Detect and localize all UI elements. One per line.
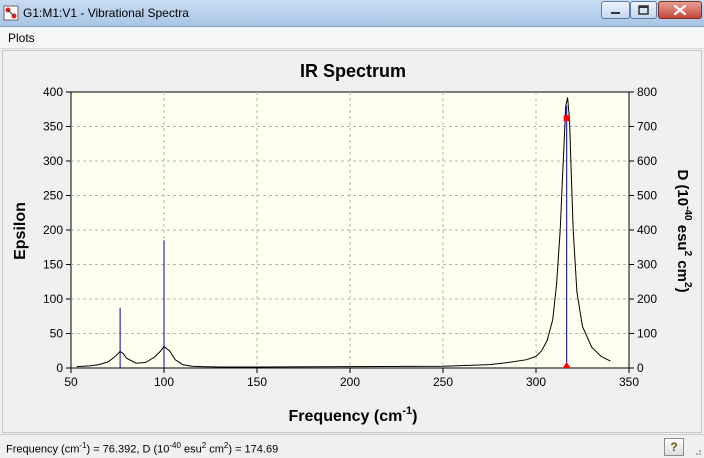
close-icon [673, 4, 687, 16]
x-axis-label: Frequency (cm-1) [289, 405, 418, 425]
menu-bar: Plots [0, 27, 704, 49]
x-tick-label: 300 [526, 375, 546, 389]
x-label-main: Frequency (cm [289, 408, 403, 425]
y2-tick-label: 800 [637, 85, 657, 99]
status-text-part: Frequency (cm [6, 443, 80, 456]
y2-tick-label: 0 [637, 361, 644, 375]
y-tick-label: 50 [50, 327, 64, 341]
y2-label-part: cm [674, 256, 691, 282]
plot-panel: IR Spectrum 50 100 150 200 250 300 350 0 50 100 1… [2, 50, 702, 433]
x-tick-label: 50 [64, 375, 78, 389]
status-text-part: cm [206, 443, 224, 456]
y-axis-right: 0 100 200 300 400 500 600 700 800 [629, 85, 657, 375]
ir-spectrum-chart: IR Spectrum 50 100 150 200 250 300 350 0501001… [12, 61, 693, 425]
x-tick-label: 100 [154, 375, 174, 389]
status-text-part: esu [180, 443, 202, 456]
y2-tick-label: 100 [637, 327, 657, 341]
y-axis-label: Epsilon [12, 202, 29, 260]
window-title: G1:M1:V1 - Vibrational Spectra [23, 6, 189, 20]
status-superscript: -40 [169, 441, 181, 450]
window-titlebar: G1:M1:V1 - Vibrational Spectra [0, 0, 704, 27]
peak-marker-square [563, 115, 570, 122]
y-tick-label: 100 [43, 292, 63, 306]
y-tick-label: 350 [43, 120, 63, 134]
y2-label-part: D (10 [674, 169, 691, 206]
x-tick-label: 150 [247, 375, 267, 389]
resize-grip-icon[interactable] [692, 446, 702, 456]
x-tick-label: 350 [619, 375, 639, 389]
minimize-button[interactable] [601, 1, 630, 19]
x-label-sup: -1 [402, 405, 412, 417]
y2-tick-label: 500 [637, 189, 657, 203]
help-button[interactable]: ? [664, 438, 684, 456]
y2-tick-label: 600 [637, 154, 657, 168]
close-button[interactable] [658, 1, 702, 19]
y-tick-label: 250 [43, 189, 63, 203]
status-text-part: ) = 174.69 [228, 443, 279, 456]
x-label-end: ) [412, 408, 417, 425]
y-tick-label: 400 [43, 85, 63, 99]
y-tick-label: 150 [43, 258, 63, 272]
y2-label-part: ) [674, 288, 691, 293]
y-axis-left: 0 50 100 150 200 250 300 350 400 [43, 85, 71, 375]
y-tick-label: 300 [43, 154, 63, 168]
minimize-icon [611, 12, 620, 14]
maximize-icon [638, 5, 649, 15]
help-icon: ? [670, 440, 678, 454]
y2-tick-label: 300 [637, 258, 657, 272]
x-tick-label: 200 [340, 375, 360, 389]
y2-label-part: esu [674, 221, 691, 251]
y2-tick-label: 700 [637, 120, 657, 134]
x-tick-label: 250 [433, 375, 453, 389]
chart-title: IR Spectrum [300, 61, 406, 81]
y2-label-part: -40 [682, 206, 693, 221]
menu-plots[interactable]: Plots [8, 31, 35, 45]
y2-tick-label: 200 [637, 292, 657, 306]
y-tick-label: 0 [56, 361, 63, 375]
status-bar: Frequency (cm-1) = 76.392, D (10-40 esu2… [0, 434, 704, 458]
y-tick-label: 200 [43, 223, 63, 237]
app-icon [3, 5, 19, 21]
y2-axis-label: D (10-40 esu2 cm2) [674, 169, 693, 292]
status-readout: Frequency (cm-1) = 76.392, D (10-40 esu2… [6, 441, 278, 456]
maximize-button[interactable] [630, 1, 657, 19]
status-text-part: ) = 76.392, D (10 [86, 443, 170, 456]
y2-tick-label: 400 [637, 223, 657, 237]
x-axis: 50 100 150 200 250 300 350 [64, 368, 639, 389]
